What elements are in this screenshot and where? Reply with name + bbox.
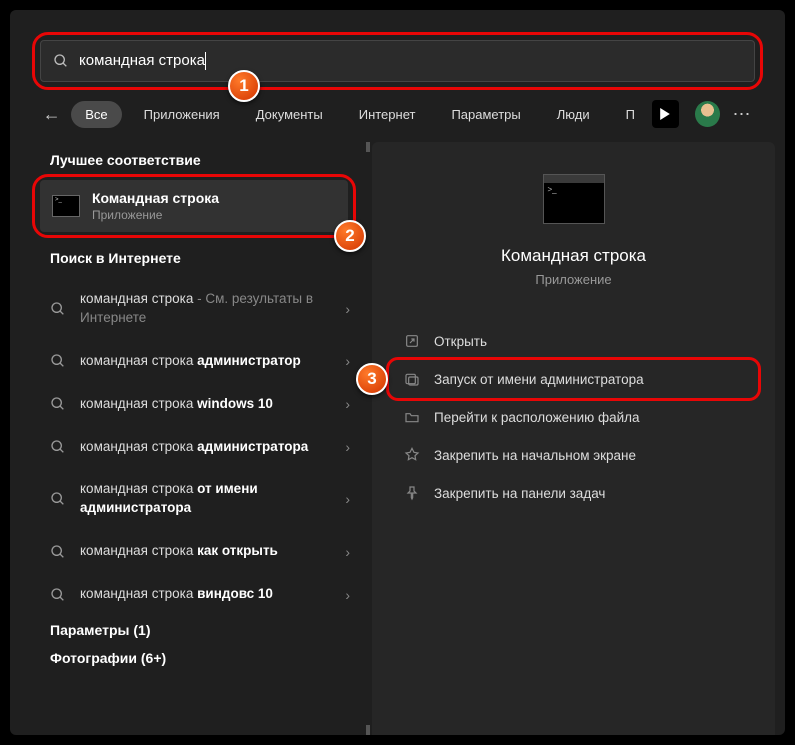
search-input[interactable]: командная строка: [79, 52, 742, 70]
results-column: Лучшее соответствие Командная строка При…: [10, 142, 372, 735]
best-match-item[interactable]: Командная строка Приложение 2: [40, 180, 348, 232]
action-run-admin[interactable]: Запуск от имени администратора 3: [392, 361, 755, 397]
action-open[interactable]: Открыть: [392, 323, 755, 359]
search-icon: [50, 396, 66, 412]
search-icon: [50, 439, 66, 455]
body: Лучшее соответствие Командная строка При…: [10, 142, 785, 735]
play-button[interactable]: [652, 100, 679, 128]
best-match-title: Командная строка: [92, 190, 219, 206]
chevron-right-icon: ›: [345, 544, 350, 560]
tab-internet[interactable]: Интернет: [345, 101, 430, 128]
action-label: Закрепить на панели задач: [434, 486, 605, 501]
chevron-right-icon: ›: [345, 491, 350, 507]
action-pin-start[interactable]: Закрепить на начальном экране: [392, 437, 755, 473]
web-result-item[interactable]: командная строка - См. результаты в Инте…: [40, 278, 362, 340]
preview-title: Командная строка: [501, 246, 646, 266]
web-result-text: командная строка администратора: [80, 438, 331, 457]
web-result-text: командная строка - См. результаты в Инте…: [80, 290, 331, 328]
web-result-item[interactable]: командная строка windows 10 ›: [40, 383, 362, 426]
action-label: Запуск от имени администратора: [434, 372, 644, 387]
tab-apps[interactable]: Приложения: [130, 101, 234, 128]
folder-icon: [404, 409, 420, 425]
step-badge-2: 2: [334, 220, 366, 252]
web-result-item[interactable]: командная строка как открыть ›: [40, 530, 362, 573]
avatar[interactable]: [695, 101, 720, 127]
filter-tabs: ← Все Приложения Документы Интернет Пара…: [40, 100, 755, 128]
search-wrap: командная строка 1: [40, 40, 755, 82]
photos-header: Фотографии (6+): [50, 650, 372, 666]
search-icon: [50, 301, 66, 317]
chevron-right-icon: ›: [345, 439, 350, 455]
chevron-right-icon: ›: [345, 396, 350, 412]
preview-pane: Командная строка Приложение Открыть Запу…: [372, 142, 775, 735]
tab-all[interactable]: Все: [71, 101, 121, 128]
open-icon: [404, 333, 420, 349]
web-result-item[interactable]: командная строка виндовс 10 ›: [40, 573, 362, 616]
tab-settings[interactable]: Параметры: [437, 101, 534, 128]
web-result-item[interactable]: командная строка администратора ›: [40, 426, 362, 469]
action-label: Закрепить на начальном экране: [434, 448, 636, 463]
best-match-subtitle: Приложение: [92, 208, 219, 222]
tab-documents[interactable]: Документы: [242, 101, 337, 128]
play-icon: [659, 108, 671, 120]
action-open-location[interactable]: Перейти к расположению файла: [392, 399, 755, 435]
best-match-text: Командная строка Приложение: [92, 190, 219, 222]
back-button[interactable]: ←: [40, 102, 63, 126]
action-pin-taskbar[interactable]: Закрепить на панели задач: [392, 475, 755, 511]
web-result-text: командная строка от имени администратора: [80, 480, 331, 518]
web-header: Поиск в Интернете: [50, 250, 372, 266]
search-panel: командная строка 1 ← Все Приложения Доку…: [10, 10, 785, 735]
tab-more-cut[interactable]: П: [612, 101, 640, 128]
web-result-item[interactable]: командная строка администратор ›: [40, 340, 362, 383]
best-match-header: Лучшее соответствие: [50, 152, 372, 168]
pin-icon: [404, 485, 420, 501]
action-label: Открыть: [434, 334, 487, 349]
web-results: командная строка - См. результаты в Инте…: [40, 278, 362, 616]
chevron-right-icon: ›: [345, 353, 350, 369]
params-header: Параметры (1): [50, 622, 372, 638]
chevron-right-icon: ›: [345, 587, 350, 603]
web-result-text: командная строка windows 10: [80, 395, 331, 414]
search-icon: [50, 491, 66, 507]
cmd-icon: [52, 195, 80, 217]
web-result-text: командная строка администратор: [80, 352, 331, 371]
admin-icon: [404, 371, 420, 387]
action-label: Перейти к расположению файла: [434, 410, 640, 425]
preview-subtitle: Приложение: [535, 272, 611, 287]
web-result-text: командная строка как открыть: [80, 542, 331, 561]
search-icon: [53, 53, 69, 69]
preview-actions: Открыть Запуск от имени администратора 3…: [392, 323, 755, 511]
web-result-item[interactable]: командная строка от имени администратора…: [40, 468, 362, 530]
search-icon: [50, 587, 66, 603]
step-badge-1: 1: [228, 70, 260, 102]
pin-icon: [404, 447, 420, 463]
tab-people[interactable]: Люди: [543, 101, 604, 128]
search-icon: [50, 353, 66, 369]
preview-app-icon: [543, 174, 605, 224]
more-button[interactable]: ⋯: [728, 104, 755, 125]
step-badge-3: 3: [356, 363, 388, 395]
search-box[interactable]: командная строка: [40, 40, 755, 82]
search-icon: [50, 544, 66, 560]
web-result-text: командная строка виндовс 10: [80, 585, 331, 604]
chevron-right-icon: ›: [345, 301, 350, 317]
